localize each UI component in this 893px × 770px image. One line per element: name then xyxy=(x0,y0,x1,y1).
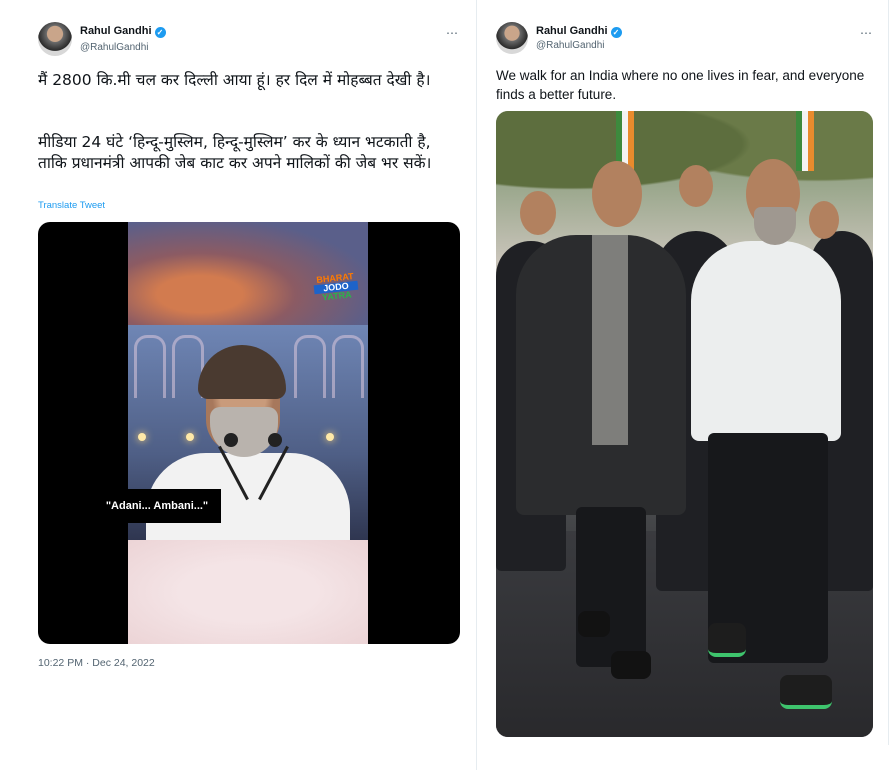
avatar[interactable] xyxy=(38,22,72,56)
tweet-card-right: Rahul Gandhi ✓ @RahulGandhi ⋯ We walk for… xyxy=(483,0,889,745)
video-blurred-bottom xyxy=(128,540,368,644)
photo-pants xyxy=(576,507,646,667)
author-name-text: Rahul Gandhi xyxy=(536,25,608,37)
tweet-photo[interactable] xyxy=(496,111,873,737)
more-options-icon[interactable]: ⋯ xyxy=(446,26,459,40)
photo-flag xyxy=(796,111,814,171)
avatar[interactable] xyxy=(496,22,528,54)
tweet-text-paragraph-1: मैं 2800 कि.मी चल कर दिल्ली आया हूं। हर … xyxy=(38,71,431,89)
tweet-text: We walk for an India where no one lives … xyxy=(496,68,865,102)
photo-beard xyxy=(754,207,796,245)
photo-face xyxy=(809,201,839,239)
photo-face xyxy=(520,191,556,235)
tweet-text-paragraph-2: मीडिया 24 घंटे ‘हिन्दू-मुस्लिम, हिन्दू-म… xyxy=(38,133,432,172)
speaker-hair xyxy=(198,345,286,399)
photo-shoe xyxy=(578,611,610,637)
verified-badge-icon: ✓ xyxy=(610,27,622,38)
photo-face xyxy=(679,165,713,207)
translate-tweet-link[interactable]: Translate Tweet xyxy=(38,200,105,211)
embedded-video[interactable]: BHARAT JODO YATRA "Adani... Ambani..." xyxy=(38,222,460,644)
video-caption: "Adani... Ambani..." xyxy=(93,489,221,523)
author-name-text: Rahul Gandhi xyxy=(80,25,152,37)
photo-face xyxy=(592,161,642,227)
author-handle[interactable]: @RahulGandhi xyxy=(536,40,605,51)
author-handle[interactable]: @RahulGandhi xyxy=(80,42,149,53)
video-blurred-top: BHARAT JODO YATRA xyxy=(128,222,368,325)
tweet-card-left: Rahul Gandhi ✓ @RahulGandhi ⋯ मैं 2800 कि… xyxy=(0,0,477,770)
logo-line-3: YATRA xyxy=(321,289,353,303)
author-name[interactable]: Rahul Gandhi ✓ xyxy=(80,25,166,38)
photo-person-white xyxy=(691,241,841,441)
tweet-timestamp[interactable]: 10:22 PM · Dec 24, 2022 xyxy=(38,657,155,669)
photo-shoe xyxy=(611,651,651,679)
author-name[interactable]: Rahul Gandhi ✓ xyxy=(536,25,622,38)
verified-badge-icon: ✓ xyxy=(154,27,166,38)
photo-shoe xyxy=(708,623,746,657)
photo-shoe xyxy=(780,675,832,709)
more-options-icon[interactable]: ⋯ xyxy=(860,26,873,40)
bharat-jodo-yatra-logo: BHARAT JODO YATRA xyxy=(313,271,360,303)
photo-sweater xyxy=(592,235,628,445)
